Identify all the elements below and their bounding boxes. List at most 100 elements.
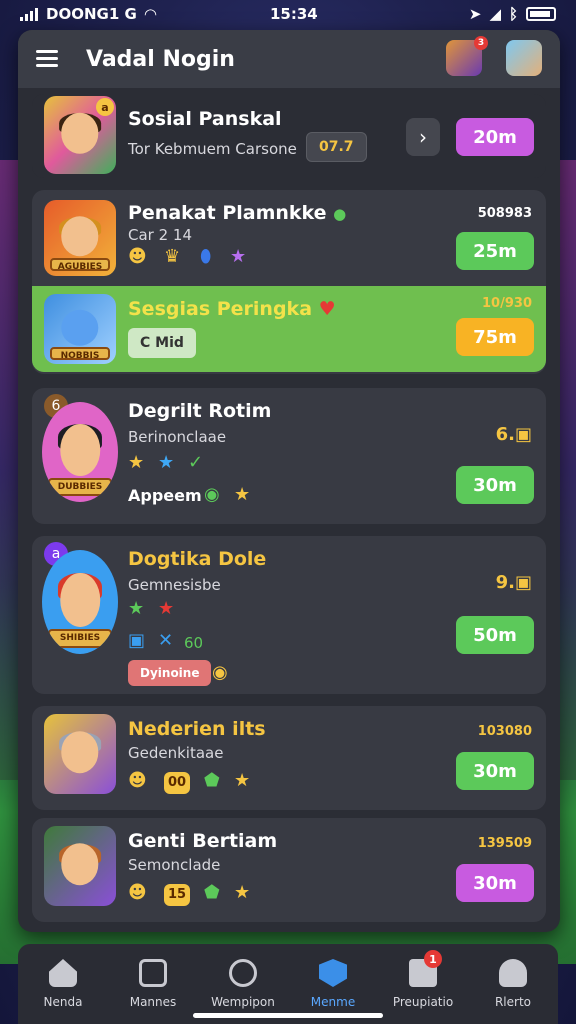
list-item[interactable]: Genti Bertiam Semonclade ☻ 15 ⬟ ★ 139509… (32, 818, 546, 922)
cross-icon: ✕ (158, 630, 174, 651)
nav-item-home[interactable]: Nenda (18, 944, 108, 1024)
page-title: Vadal Nogin (86, 46, 235, 72)
star-icon: ★ (230, 246, 247, 267)
status-bar: DOONG1 G ◠ 15:34 ➤ ◢ ᛒ (0, 0, 576, 28)
row-stat: 60 (184, 634, 204, 652)
bottom-nav: Nenda Mannes Wempipon Menme 1 Preupiatio… (18, 944, 558, 1024)
star-icon: ★ (234, 484, 251, 505)
list-item[interactable]: 6 DUBBIES Degrilt Rotim Berinonclaae ★ ★… (32, 388, 546, 524)
home-icon (49, 959, 77, 987)
row-avatar: DUBBIES (42, 402, 118, 502)
notifications-avatar[interactable]: 3 (446, 36, 488, 76)
avatar-tag: DUBBIES (48, 478, 112, 496)
row-subtitle: Semonclade (128, 856, 221, 874)
row-action-button[interactable]: 30m (456, 466, 534, 504)
shield-icon (319, 959, 347, 987)
row-subtitle: Berinonclaae (128, 428, 227, 446)
row-name: Nederien ilts (128, 718, 266, 740)
nav-item-menu[interactable]: Menme (288, 944, 378, 1024)
signal-icon (20, 7, 38, 21)
row-action-button[interactable]: 50m (456, 616, 534, 654)
row-avatar (44, 714, 116, 794)
row-value: 9.▣ (495, 572, 532, 593)
list-item[interactable]: a SHIBIES Dogtika Dole Gemnesisbe ★ ★ ▣ … (32, 536, 546, 694)
star-icon: ★ (158, 598, 175, 619)
row-value: 10/930 (482, 296, 532, 311)
leaf-icon: ✓ (188, 452, 204, 473)
star-icon: ★ (128, 598, 145, 619)
row-action-button[interactable]: 30m (456, 752, 534, 790)
list-item[interactable]: AGUBIES Penakat Plamnkke ● Car 2 14 ☻ ♛ … (32, 190, 546, 374)
wifi-icon: ◠ (144, 5, 157, 23)
row-action-button[interactable]: 30m (456, 864, 534, 902)
row-name: Penakat Plamnkke ● (128, 202, 347, 224)
row-subtitle: Gedenkitaae (128, 744, 224, 762)
row-subtitle: Gemnesisbe (128, 576, 221, 594)
bluetooth-icon: ᛒ (508, 5, 518, 23)
row-avatar: AGUBIES (44, 200, 116, 276)
heart-icon: ♥ (318, 298, 336, 320)
chevron-right-icon[interactable]: › (406, 118, 440, 156)
row-name: Sesgias Peringka ♥ (128, 298, 336, 320)
row-name: Dogtika Dole (128, 548, 267, 570)
card-icon: ▣ (128, 630, 146, 651)
shield-icon: ⬮ (200, 246, 212, 267)
main-panel: Vadal Nogin 3 a Sosial Panskal Tor Kebmu… (18, 30, 560, 932)
app-header: Vadal Nogin 3 (18, 30, 560, 88)
avatar-tag: AGUBIES (49, 257, 111, 272)
featured-avatar: a (44, 96, 116, 174)
row-stat: 15 (164, 884, 190, 906)
smile-icon: ☻ (128, 770, 147, 791)
row-value: 6.▣ (495, 424, 532, 445)
battery-icon (526, 7, 556, 21)
star-icon: ★ (128, 452, 145, 473)
row-avatar (44, 826, 116, 906)
person-icon (499, 959, 527, 987)
carrier-label: DOONG1 G (46, 5, 137, 23)
row-name: Genti Bertiam (128, 830, 278, 852)
smile-icon: ☻ (128, 246, 147, 267)
clock: 15:34 (270, 5, 318, 23)
cell-icon: ◢ (489, 5, 501, 23)
row-chip: Dyinoine (128, 660, 212, 686)
menu-icon[interactable] (36, 50, 60, 68)
smile-icon: ☻ (128, 882, 147, 903)
crown-icon: ♛ (164, 246, 181, 267)
featured-card[interactable]: a Sosial Panskal Tor Kebmuem Carsone 07.… (32, 94, 546, 178)
notification-badge: 3 (474, 36, 488, 50)
box-icon: ▣ (514, 572, 532, 593)
box-icon: ▣ (514, 424, 532, 445)
list-item[interactable]: Nederien ilts Gedenkitaae ☻ 00 ⬟ ★ 10308… (32, 706, 546, 810)
star-icon: ★ (234, 770, 251, 791)
featured-score: 07.7 (319, 139, 354, 155)
row-value: 508983 (477, 206, 532, 221)
coin-icon: ◉ (212, 662, 228, 683)
gem-icon: ⬟ (204, 770, 220, 791)
featured-action-button[interactable]: 20m (456, 118, 534, 156)
nav-item-matches[interactable]: Mannes (108, 944, 198, 1024)
row-action-button[interactable]: 75m (456, 318, 534, 356)
row-value: 139509 (477, 836, 532, 851)
nav-item-profile[interactable]: Rlerto (468, 944, 558, 1024)
row-avatar: NOBBIS (44, 294, 116, 364)
board-icon (139, 959, 167, 987)
row-name: Degrilt Rotim (128, 400, 272, 422)
home-indicator[interactable] (193, 1013, 383, 1018)
row-stat: 00 (164, 772, 190, 794)
nav-item-champions[interactable]: Wempipon (198, 944, 288, 1024)
row-value: 103080 (477, 724, 532, 739)
verified-icon: ● (333, 205, 347, 223)
nav-item-messages[interactable]: 1 Preupiatio (378, 944, 468, 1024)
helmet-icon (229, 959, 257, 987)
profile-avatar[interactable] (506, 40, 542, 76)
row-action-button[interactable]: 25m (456, 232, 534, 270)
star-icon: ★ (158, 452, 175, 473)
row-subtitle: Car 2 14 (128, 226, 192, 244)
row-avatar: SHIBIES (42, 550, 118, 654)
featured-subtitle: Tor Kebmuem Carsone (128, 140, 297, 158)
row-extra-label: Appeem (128, 486, 202, 505)
melon-icon: ◉ (204, 484, 220, 505)
row-chip: C Mid (128, 328, 196, 358)
highlighted-row[interactable]: NOBBIS Sesgias Peringka ♥ C Mid 10/930 7… (32, 286, 546, 372)
star-icon: ★ (234, 882, 251, 903)
